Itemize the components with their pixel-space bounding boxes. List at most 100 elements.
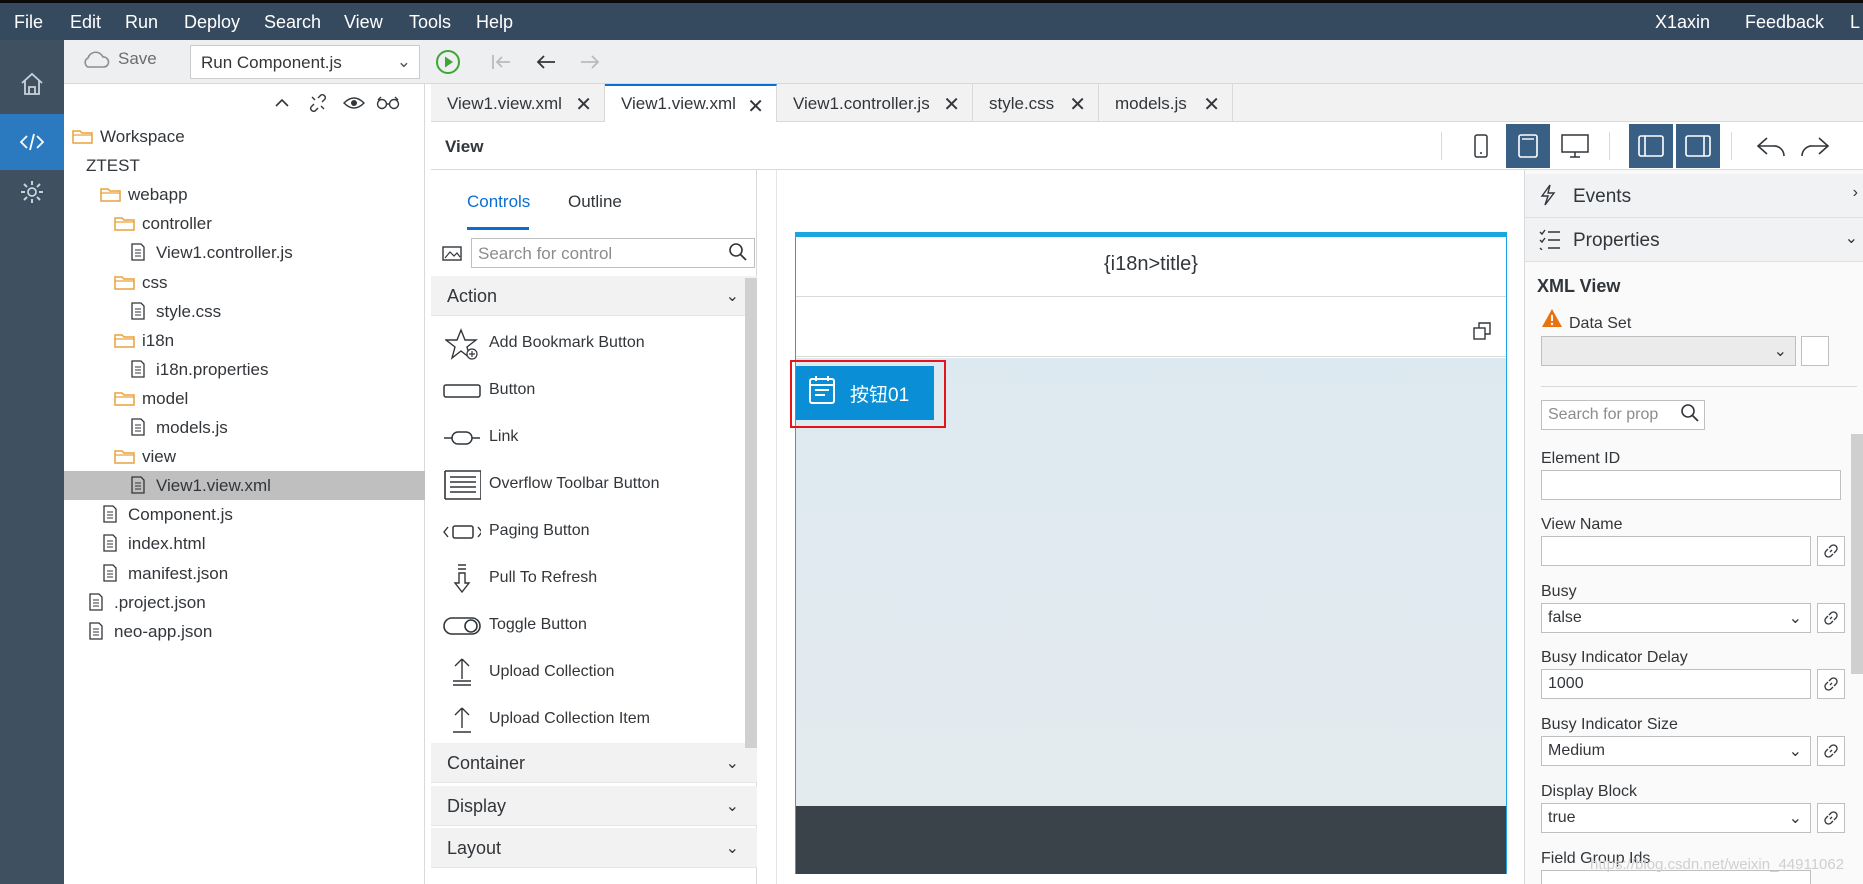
input-view-name[interactable] bbox=[1541, 536, 1811, 566]
forward-button[interactable] bbox=[576, 48, 604, 76]
tab-controls[interactable]: Controls bbox=[467, 192, 530, 212]
run-config-select[interactable]: Run Component.js ⌄ bbox=[190, 45, 420, 79]
size-bind-button[interactable] bbox=[1817, 736, 1845, 766]
properties-section-header[interactable]: Properties ⌄ bbox=[1525, 218, 1863, 262]
tree-node[interactable]: models.js bbox=[64, 413, 425, 442]
control-upload-collection[interactable]: Upload Collection bbox=[431, 649, 757, 696]
tree-node[interactable]: i18n.properties bbox=[64, 355, 425, 384]
popout-icon[interactable] bbox=[1472, 321, 1492, 346]
image-filter-icon[interactable] bbox=[441, 244, 463, 267]
data-set-bind-button[interactable] bbox=[1801, 336, 1829, 366]
save-button[interactable]: Save bbox=[80, 49, 157, 69]
input-busy-indicator-delay[interactable]: 1000 bbox=[1541, 669, 1811, 699]
left-panel-toggle[interactable] bbox=[1629, 124, 1673, 168]
tree-node[interactable]: controller bbox=[64, 209, 425, 238]
menu-run[interactable]: Run bbox=[125, 12, 158, 33]
view-name-bind-button[interactable] bbox=[1817, 536, 1845, 566]
select-busy[interactable]: false ⌄ bbox=[1541, 603, 1811, 633]
control-paging-button[interactable]: Paging Button bbox=[431, 508, 757, 555]
collapse-icon[interactable] bbox=[270, 92, 294, 114]
run-button[interactable] bbox=[434, 48, 462, 76]
menu-search[interactable]: Search bbox=[264, 12, 321, 33]
menu-overflow[interactable]: L bbox=[1850, 12, 1860, 33]
select-display-block[interactable]: true ⌄ bbox=[1541, 803, 1811, 833]
unlink-icon[interactable] bbox=[306, 92, 330, 114]
data-set-select[interactable]: ⌄ bbox=[1541, 336, 1796, 366]
search-icon[interactable] bbox=[1680, 403, 1700, 428]
right-panel-toggle[interactable] bbox=[1676, 124, 1720, 168]
tree-node[interactable]: Workspace bbox=[64, 122, 425, 151]
control-search-input[interactable]: Search for control bbox=[471, 238, 755, 268]
delay-bind-button[interactable] bbox=[1817, 669, 1845, 699]
control-overflow-toolbar-button[interactable]: Overflow Toolbar Button bbox=[431, 461, 757, 508]
step-back-button[interactable] bbox=[488, 48, 516, 76]
tree-node[interactable]: View1.controller.js bbox=[64, 238, 425, 267]
search-icon[interactable] bbox=[728, 242, 748, 267]
palette-scrollbar[interactable] bbox=[745, 278, 757, 748]
tree-node[interactable]: neo-app.json bbox=[64, 617, 425, 646]
tree-node[interactable]: webapp bbox=[64, 180, 425, 209]
eye-icon[interactable] bbox=[342, 92, 366, 114]
tab-view1-xml-2[interactable]: View1.view.xml ✕ bbox=[605, 84, 777, 123]
close-icon[interactable]: ✕ bbox=[747, 94, 764, 119]
sub-header[interactable] bbox=[796, 305, 1506, 357]
tablet-view-button[interactable] bbox=[1506, 124, 1550, 168]
input-element-id[interactable] bbox=[1541, 470, 1841, 500]
page-footer[interactable] bbox=[796, 806, 1506, 874]
display-block-bind-button[interactable] bbox=[1817, 803, 1845, 833]
page-title[interactable]: {i18n>title} bbox=[796, 237, 1506, 297]
control-button[interactable]: Button bbox=[431, 367, 757, 414]
back-button[interactable] bbox=[532, 48, 560, 76]
menu-edit[interactable]: Edit bbox=[70, 12, 101, 33]
user-name[interactable]: X1axin bbox=[1655, 12, 1710, 33]
tree-node[interactable]: ZTEST bbox=[64, 151, 425, 180]
select-busy-indicator-size[interactable]: Medium ⌄ bbox=[1541, 736, 1811, 766]
close-icon[interactable]: ✕ bbox=[575, 92, 592, 117]
events-section-header[interactable]: Events › bbox=[1525, 174, 1863, 218]
tree-node[interactable]: manifest.json bbox=[64, 559, 425, 588]
tree-node[interactable]: .project.json bbox=[64, 588, 425, 617]
control-toggle-button[interactable]: Toggle Button bbox=[431, 602, 757, 649]
tab-view1-xml-1[interactable]: View1.view.xml ✕ bbox=[431, 84, 605, 122]
menu-view[interactable]: View bbox=[344, 12, 383, 33]
tab-style-css[interactable]: style.css ✕ bbox=[973, 84, 1099, 122]
control-link[interactable]: Link bbox=[431, 414, 757, 461]
redo-button[interactable] bbox=[1793, 124, 1837, 168]
tab-models-js[interactable]: models.js ✕ bbox=[1099, 84, 1233, 122]
control-pull-to-refresh[interactable]: Pull To Refresh bbox=[431, 555, 757, 602]
close-icon[interactable]: ✕ bbox=[943, 92, 960, 117]
tree-node[interactable]: i18n bbox=[64, 326, 425, 355]
group-display[interactable]: Display ⌄ bbox=[431, 786, 757, 826]
feedback-link[interactable]: Feedback bbox=[1745, 12, 1824, 33]
group-action[interactable]: Action ⌄ bbox=[431, 276, 757, 316]
glasses-icon[interactable] bbox=[376, 92, 400, 114]
page-content[interactable]: 按钮01 bbox=[790, 358, 1506, 806]
tree-node[interactable]: index.html bbox=[64, 529, 425, 558]
settings-gear-icon[interactable] bbox=[0, 164, 64, 220]
control-add-bookmark-button[interactable]: Add Bookmark Button bbox=[431, 320, 757, 367]
tree-node[interactable]: css bbox=[64, 268, 425, 297]
tab-view1-controller[interactable]: View1.controller.js ✕ bbox=[777, 84, 973, 122]
close-icon[interactable]: ✕ bbox=[1069, 92, 1086, 117]
code-editor-icon[interactable] bbox=[0, 114, 64, 170]
tab-outline[interactable]: Outline bbox=[568, 192, 622, 212]
tree-node[interactable]: view bbox=[64, 442, 425, 471]
menu-help[interactable]: Help bbox=[476, 12, 513, 33]
phone-view-button[interactable] bbox=[1459, 124, 1503, 168]
group-container[interactable]: Container ⌄ bbox=[431, 743, 757, 783]
close-icon[interactable]: ✕ bbox=[1203, 92, 1220, 117]
undo-button[interactable] bbox=[1749, 124, 1793, 168]
desktop-view-button[interactable] bbox=[1553, 124, 1597, 168]
tree-node[interactable]: View1.view.xml bbox=[64, 471, 425, 501]
property-search-input[interactable]: Search for prop bbox=[1541, 400, 1705, 430]
busy-bind-button[interactable] bbox=[1817, 603, 1845, 633]
control-upload-collection-item[interactable]: Upload Collection Item bbox=[431, 696, 757, 743]
tree-node[interactable]: style.css bbox=[64, 297, 425, 326]
menu-tools[interactable]: Tools bbox=[409, 12, 451, 33]
menu-deploy[interactable]: Deploy bbox=[184, 12, 240, 33]
properties-scrollbar[interactable] bbox=[1851, 434, 1863, 674]
group-layout[interactable]: Layout ⌄ bbox=[431, 828, 757, 868]
tree-node[interactable]: Component.js bbox=[64, 500, 425, 529]
home-icon[interactable] bbox=[0, 56, 64, 112]
tree-node[interactable]: model bbox=[64, 384, 425, 413]
